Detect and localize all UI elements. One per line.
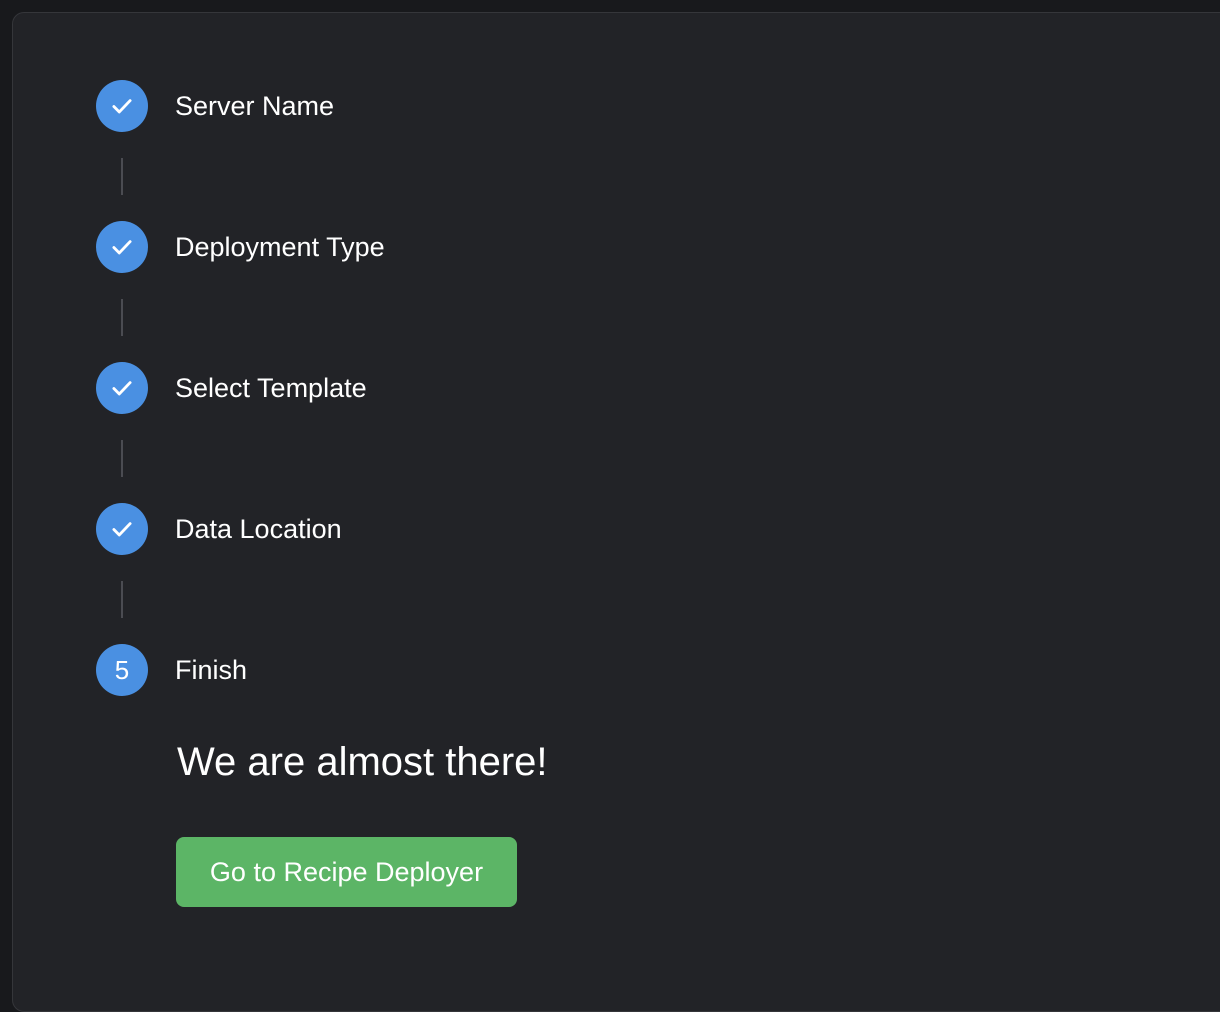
step-connector (121, 158, 123, 195)
step-complete-badge (96, 503, 148, 555)
step-complete-badge (96, 80, 148, 132)
check-icon (112, 240, 132, 255)
finish-heading: We are almost there! (177, 740, 548, 784)
check-icon (112, 381, 132, 396)
step-label: Select Template (175, 372, 367, 403)
step-connector (121, 299, 123, 336)
step-label: Server Name (175, 90, 335, 121)
step-label: Finish (175, 654, 248, 685)
check-icon (112, 99, 132, 114)
step-complete-badge (96, 362, 148, 414)
step-data-location: Data Location (96, 503, 342, 555)
step-deployment-type: Deployment Type (96, 221, 385, 273)
step-connector (121, 581, 123, 618)
step-label: Data Location (175, 513, 342, 544)
step-label: Deployment Type (175, 231, 385, 262)
step-select-template: Select Template (96, 362, 367, 414)
step-connector (121, 440, 123, 477)
step-finish: 5 Finish (96, 644, 247, 696)
step-server-name: Server Name (96, 80, 334, 132)
step-complete-badge (96, 221, 148, 273)
go-to-recipe-deployer-button[interactable]: Go to Recipe Deployer (176, 837, 517, 907)
check-icon (112, 522, 132, 537)
step-number-badge: 5 (96, 644, 148, 696)
